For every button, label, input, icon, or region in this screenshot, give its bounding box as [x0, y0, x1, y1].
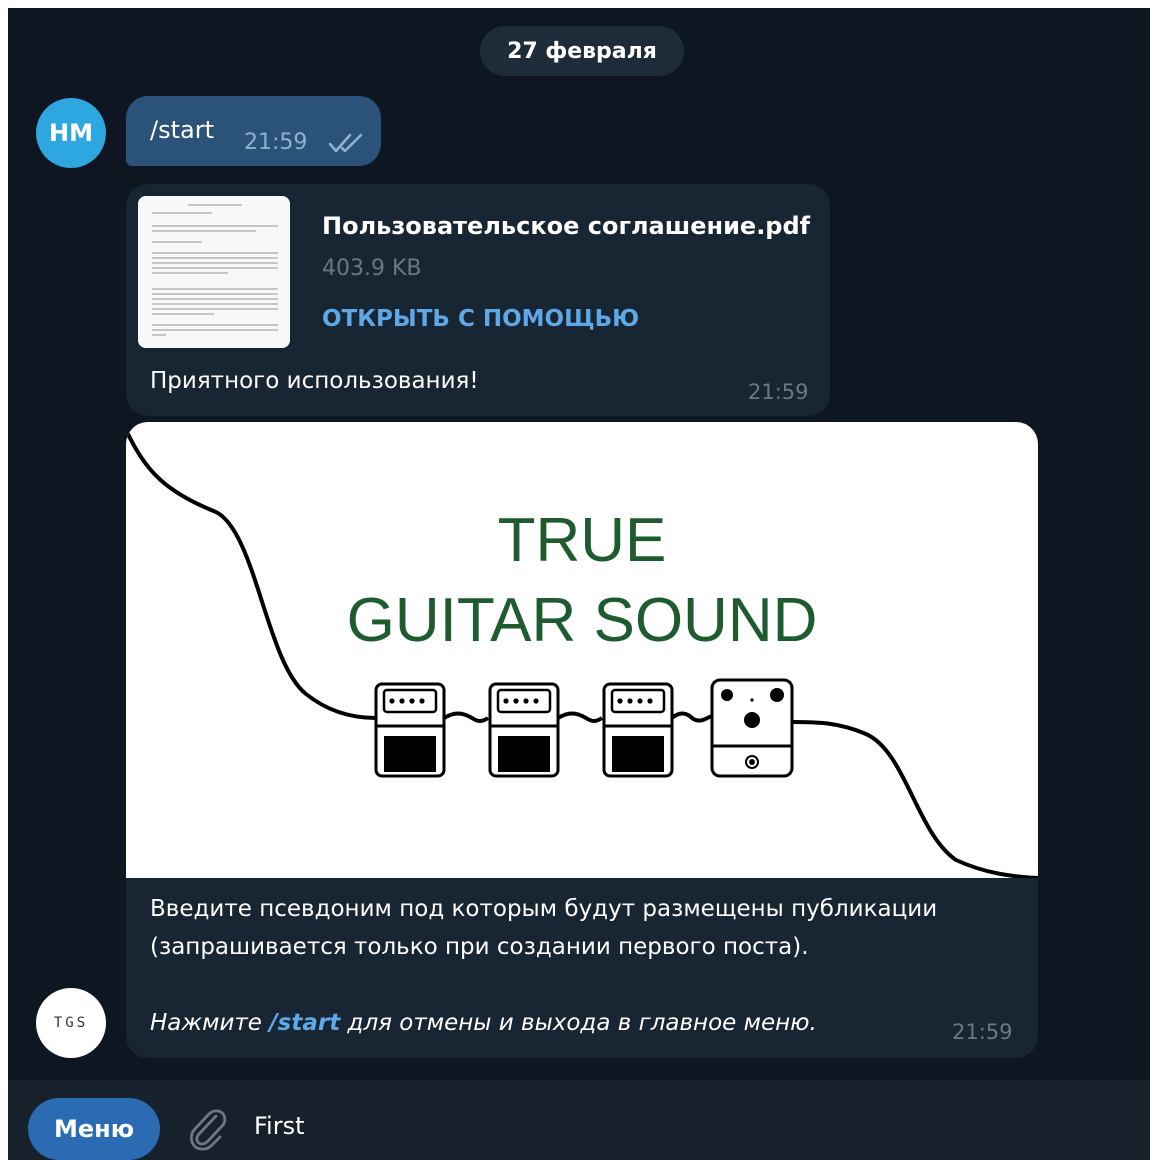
- hint-prefix: Нажмите: [150, 1010, 270, 1036]
- document-file-size: 403.9 KB: [322, 256, 422, 281]
- document-preview-icon: [138, 196, 290, 348]
- pedal-3: [602, 682, 674, 778]
- double-check-icon: [328, 133, 363, 153]
- hint-suffix: для отмены и выхода в главное меню.: [340, 1010, 817, 1036]
- document-thumbnail[interactable]: [138, 196, 290, 348]
- message-time: 21:59: [748, 380, 809, 404]
- document-caption: Приятного использования!: [150, 368, 479, 394]
- message-time: 21:59: [244, 130, 308, 155]
- message-text: /start: [150, 116, 214, 144]
- image-message[interactable]: TRUE GUITAR SOUND Введите псевдоним под …: [126, 422, 1038, 1058]
- pedal-1: [374, 682, 446, 778]
- message-hint-line: Нажмите /start для отмены и выхода в гла…: [150, 1010, 817, 1036]
- image-title-line2: GUITAR SOUND: [346, 586, 818, 655]
- menu-button-label: Меню: [53, 1115, 135, 1143]
- chat-area: 27 февраля НМ /start 21:59 Пользовательс…: [8, 8, 1150, 1080]
- document-message[interactable]: Пользовательское соглашение.pdf 403.9 KB…: [126, 184, 830, 416]
- menu-button[interactable]: Меню: [28, 1098, 160, 1160]
- bot-avatar-label: TGS: [53, 1015, 89, 1031]
- pedal-2: [488, 682, 560, 778]
- open-with-link[interactable]: ОТКРЫТЬ С ПОМОЩЬЮ: [322, 306, 639, 332]
- message-composer: Меню First: [8, 1080, 1150, 1160]
- start-command-link[interactable]: /start: [269, 1010, 340, 1036]
- user-avatar[interactable]: НМ: [36, 98, 106, 168]
- date-separator: 27 февраля: [480, 26, 684, 76]
- outgoing-message[interactable]: /start 21:59: [126, 96, 381, 166]
- bot-avatar[interactable]: TGS: [36, 988, 106, 1058]
- image-title-line1: TRUE: [497, 506, 667, 575]
- message-text-line: Введите псевдоним под которым будут разм…: [150, 896, 938, 922]
- document-file-name[interactable]: Пользовательское соглашение.pdf: [322, 212, 810, 240]
- paperclip-icon[interactable]: [186, 1106, 230, 1154]
- message-text-line: (запрашивается только при создании перво…: [150, 934, 809, 960]
- message-time: 21:59: [952, 1020, 1013, 1044]
- date-label: 27 февраля: [507, 38, 657, 64]
- pedal-4: [710, 678, 794, 778]
- message-image[interactable]: TRUE GUITAR SOUND: [126, 422, 1038, 878]
- user-avatar-initials: НМ: [49, 119, 93, 147]
- message-input[interactable]: First: [254, 1102, 1114, 1150]
